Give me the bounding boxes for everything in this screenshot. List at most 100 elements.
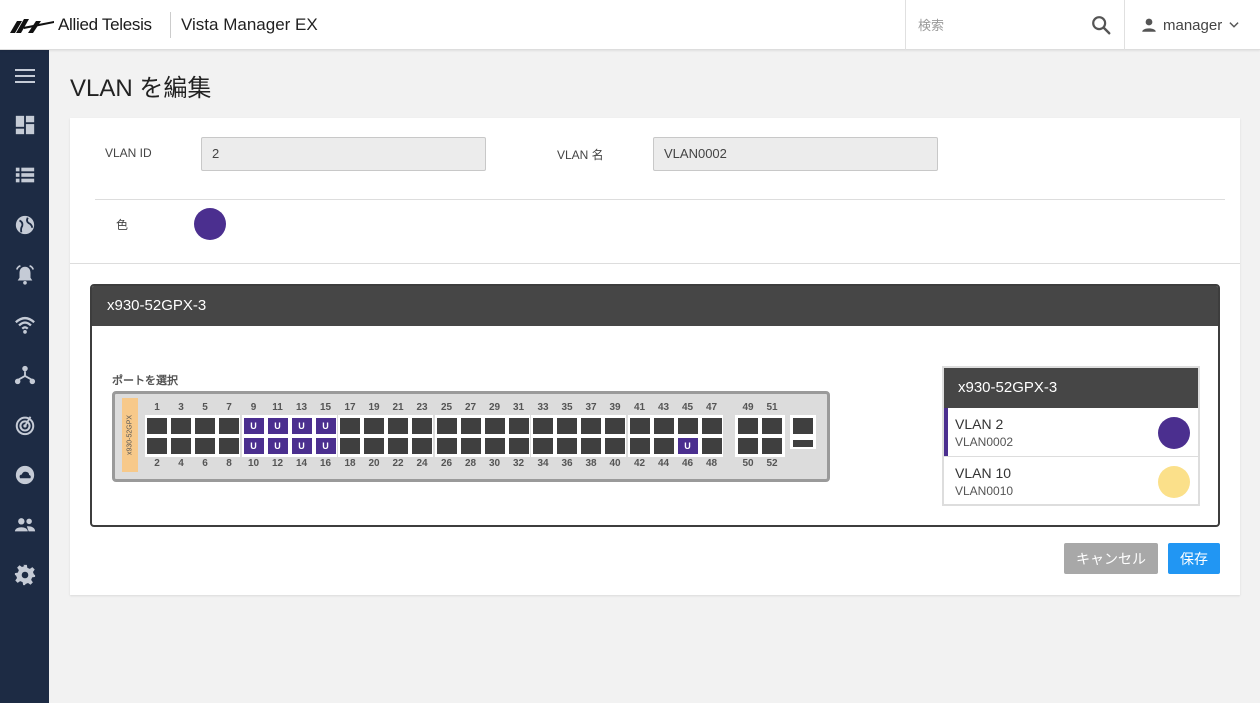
port-13[interactable]: U [291,418,312,434]
port-14[interactable]: U [291,438,312,454]
port-27[interactable] [460,418,481,434]
save-button[interactable]: 保存 [1168,543,1220,574]
port-39[interactable] [605,418,625,434]
port-number-11: 11 [272,402,283,413]
port-29[interactable] [484,418,505,434]
port-22[interactable] [388,438,408,454]
port-30[interactable] [484,438,505,454]
port-26[interactable] [436,438,457,454]
port-43[interactable] [653,418,674,434]
port-10[interactable]: U [243,438,264,454]
port-number-31: 31 [512,402,525,413]
port-41[interactable] [629,418,650,434]
port-19[interactable] [364,418,384,434]
list-icon[interactable] [12,162,38,188]
port-24[interactable] [412,438,432,454]
top-bar: Allied Telesis Vista Manager EX manager [0,0,1260,50]
port-47[interactable] [701,418,722,434]
port-number-3: 3 [178,402,184,413]
search-icon[interactable] [1090,14,1112,36]
port-23[interactable] [412,418,432,434]
port-5[interactable] [195,418,215,434]
vlan-id-field[interactable]: 2 [201,137,486,171]
port-45[interactable] [677,418,698,434]
console-port[interactable] [793,440,813,447]
search-box [905,0,1125,50]
port-52[interactable] [762,438,782,454]
port-number-39: 39 [609,402,621,413]
port-8[interactable] [219,438,239,454]
port-20[interactable] [364,438,384,454]
device-panel-title: x930-52GPX-3 [92,286,1218,326]
port-31[interactable] [508,418,529,434]
port-40[interactable] [605,438,625,454]
port-9[interactable]: U [243,418,264,434]
port-21[interactable] [388,418,408,434]
port-number-38: 38 [585,458,597,469]
port-number-17: 17 [344,402,356,413]
port-7[interactable] [219,418,239,434]
port-33[interactable] [533,418,553,434]
port-17[interactable] [340,418,360,434]
port-2[interactable] [147,438,167,454]
port-28[interactable] [460,438,481,454]
search-input[interactable] [918,15,1078,35]
port-25[interactable] [436,418,457,434]
cloud-icon[interactable] [12,462,38,488]
management-port[interactable] [793,418,813,434]
port-18[interactable] [340,438,360,454]
vlan-list-item[interactable]: VLAN 2 VLAN0002 [944,408,1198,457]
port-38[interactable] [581,438,601,454]
radar-icon[interactable] [12,412,38,438]
port-32[interactable] [508,438,529,454]
cancel-button[interactable]: キャンセル [1064,543,1158,574]
menu-icon[interactable] [12,63,38,89]
port-37[interactable] [581,418,601,434]
wifi-icon[interactable] [12,312,38,338]
port-number-22: 22 [392,458,404,469]
brand-logo[interactable]: Allied Telesis [10,14,152,36]
alarm-icon[interactable] [12,262,38,288]
port-number-46: 46 [681,458,694,469]
allied-telesis-logo-icon [10,19,54,33]
vlan-list-item[interactable]: VLAN 10 VLAN0010 [944,457,1198,506]
port-46[interactable]: U [677,438,698,454]
port-number-13: 13 [295,402,308,413]
port-4[interactable] [171,438,191,454]
vlan-list-title: x930-52GPX-3 [944,368,1198,408]
settings-icon[interactable] [12,562,38,588]
port-number-32: 32 [512,458,525,469]
port-number-52: 52 [766,458,778,469]
port-35[interactable] [557,418,577,434]
port-50[interactable] [738,438,758,454]
port-number-1: 1 [154,402,160,413]
port-6[interactable] [195,438,215,454]
port-34[interactable] [533,438,553,454]
users-icon[interactable] [12,512,38,538]
network-icon[interactable] [12,362,38,388]
selected-indicator [944,408,948,456]
port-44[interactable] [653,438,674,454]
port-number-45: 45 [681,402,694,413]
port-12[interactable]: U [267,438,288,454]
switch-faceplate: x930-52GPX 1 3 5 7 U 9 U 11 U 13 U 15 17 19 21 23 25 27 29… [112,391,830,482]
globe-icon[interactable] [12,212,38,238]
port-number-16: 16 [319,458,332,469]
port-11[interactable]: U [267,418,288,434]
port-16[interactable]: U [315,438,336,454]
port-number-44: 44 [657,458,670,469]
port-42[interactable] [629,438,650,454]
vlan-name-field[interactable]: VLAN0002 [653,137,938,171]
port-36[interactable] [557,438,577,454]
user-menu[interactable]: manager [1140,13,1241,37]
port-48[interactable] [701,438,722,454]
color-picker[interactable] [194,208,226,240]
port-49[interactable] [738,418,758,434]
port-51[interactable] [762,418,782,434]
port-15[interactable]: U [315,418,336,434]
port-3[interactable] [171,418,191,434]
port-number-10: 10 [247,458,260,469]
port-1[interactable] [147,418,167,434]
dashboard-icon[interactable] [12,112,38,138]
color-label: 色 [116,218,129,232]
